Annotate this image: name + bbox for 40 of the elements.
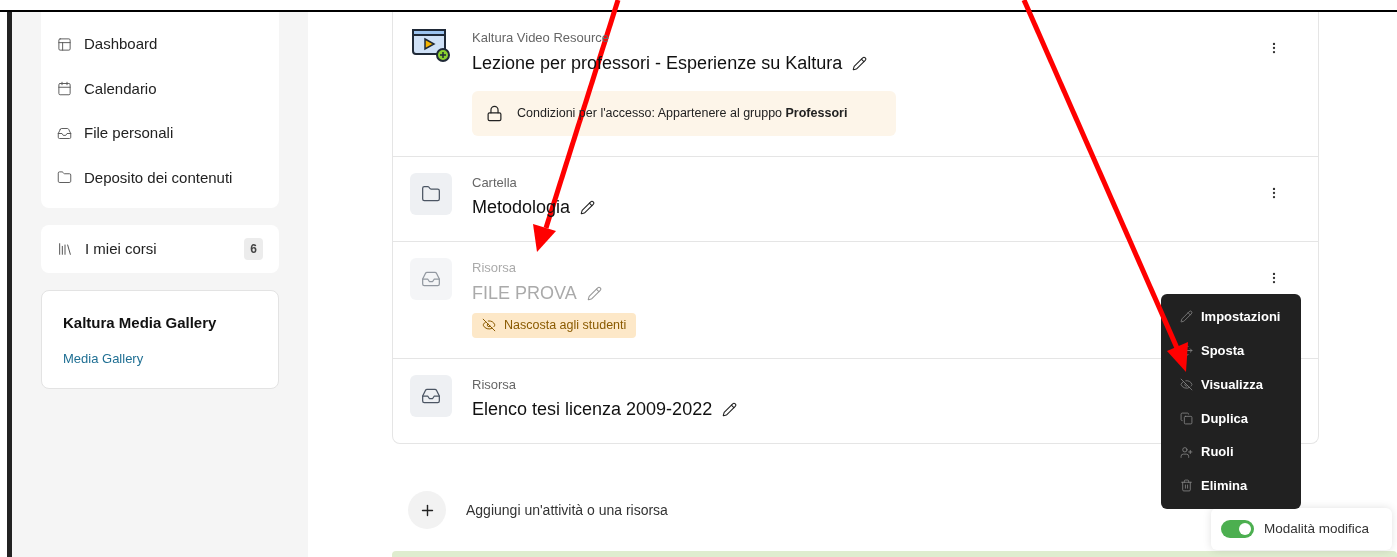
inbox-icon: [410, 258, 452, 300]
inbox-icon: [410, 374, 452, 417]
hidden-badge: Nascosta agli studenti: [472, 312, 637, 338]
menu-item[interactable]: Duplica: [1161, 401, 1301, 436]
activity-type: Risorsa: [472, 259, 517, 277]
video-icon: [411, 28, 451, 62]
edit-mode-label: Modalità modifica: [1264, 519, 1370, 538]
folder-icon: [410, 172, 452, 215]
eye-off-icon: [1180, 378, 1193, 391]
copy-icon: [1180, 411, 1193, 425]
sidebar-item[interactable]: Deposito dei contenuti: [57, 155, 263, 200]
eye-off-icon: [482, 318, 496, 332]
media-gallery-link[interactable]: Media Gallery: [63, 348, 257, 368]
pencil-icon[interactable]: [722, 402, 738, 417]
books-icon: [57, 241, 73, 257]
user-plus-icon: [1180, 445, 1193, 459]
sidebar-item[interactable]: Dashboard: [57, 22, 263, 67]
activity-type: Cartella: [472, 173, 517, 192]
edit-mode-toggle[interactable]: [1221, 520, 1254, 538]
trash-icon: [1180, 479, 1193, 493]
activity-title[interactable]: Elenco tesi licenza 2009-2022: [472, 396, 713, 423]
sidebar-item[interactable]: Calendario: [57, 66, 263, 111]
add-activity-label[interactable]: Aggiungi un'attività o una risorsa: [466, 499, 668, 521]
activity-type: Risorsa: [472, 375, 517, 394]
menu-item[interactable]: Impostazioni: [1161, 300, 1301, 334]
calendar-icon: [57, 81, 72, 97]
menu-item[interactable]: Elimina: [1161, 469, 1301, 503]
menu-item[interactable]: Visualizza: [1161, 367, 1301, 402]
block-title: Kaltura Media Gallery: [63, 313, 218, 333]
pencil-icon[interactable]: [580, 200, 596, 215]
lock-icon: [486, 104, 503, 122]
menu-item[interactable]: Ruoli: [1161, 435, 1301, 469]
dashboard-icon: [57, 36, 72, 52]
pencil-icon: [1180, 310, 1193, 324]
folder-icon: [57, 170, 72, 186]
inbox-icon: [57, 125, 72, 141]
pencil-icon[interactable]: [852, 55, 868, 71]
course-count: 6: [244, 238, 263, 260]
sidebar-item[interactable]: File personali: [57, 111, 263, 156]
sidebar-item[interactable]: I miei corsi 6: [41, 225, 279, 273]
